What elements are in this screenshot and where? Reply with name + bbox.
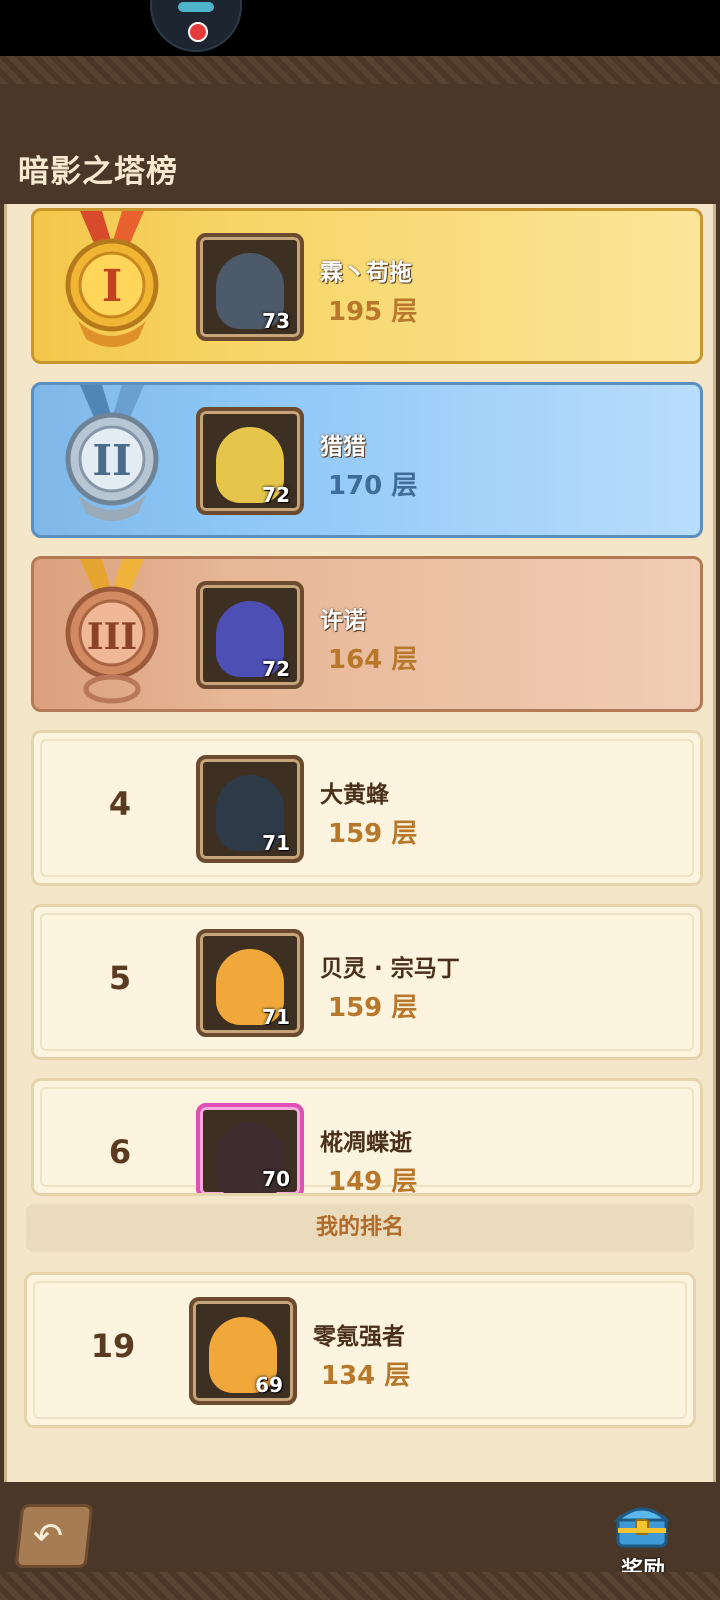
svg-text:III: III [87, 616, 138, 658]
player-name: 猎猎 [320, 434, 366, 460]
rank-number: 5 [108, 959, 132, 997]
player-name: 霖丶苟拖 [320, 260, 412, 286]
player-portrait: 73 [196, 233, 304, 341]
rank-number: 4 [108, 785, 132, 823]
player-level: 73 [262, 309, 290, 333]
player-floors: 195 层 [328, 297, 418, 327]
profile-avatar[interactable] [150, 0, 242, 52]
player-portrait: 71 [196, 929, 304, 1037]
player-portrait: 72 [196, 407, 304, 515]
player-floors: 134 层 [321, 1361, 411, 1391]
page-title: 暗影之塔榜 [18, 154, 178, 190]
rank-number: 19 [90, 1327, 136, 1365]
player-portrait: 69 [189, 1297, 297, 1405]
leaderboard-row-2[interactable]: II 72 猎猎 170 层 [31, 382, 703, 538]
player-floors: 164 层 [328, 645, 418, 675]
bronze-medal-icon: III [65, 559, 159, 704]
pet-icon [178, 2, 214, 12]
my-rank-row[interactable]: 19 69 零氪强者 134 层 [24, 1272, 696, 1428]
leaderboard-row-3[interactable]: III 72 许诺 164 层 [31, 556, 703, 712]
leaderboard-row-5[interactable]: 5 71 贝灵 · 宗马丁 159 层 [31, 904, 703, 1060]
player-level: 72 [262, 483, 290, 507]
back-button[interactable]: ↶ [14, 1504, 94, 1568]
player-portrait: 70 [196, 1103, 304, 1193]
gold-medal-icon: I [65, 211, 159, 347]
player-name: 椛凋蝶逝 [320, 1130, 412, 1156]
player-level: 70 [262, 1167, 290, 1191]
player-floors: 159 层 [328, 993, 418, 1023]
player-name: 零氪强者 [313, 1324, 405, 1350]
player-floors: 159 层 [328, 819, 418, 849]
player-name: 大黄蜂 [320, 782, 389, 808]
player-floors: 149 层 [328, 1167, 418, 1196]
rank-number: 6 [108, 1133, 132, 1171]
player-portrait: 72 [196, 581, 304, 689]
silver-medal-icon: II [65, 385, 159, 521]
bottom-border-pattern [0, 1572, 720, 1600]
treasure-chest-icon[interactable] [612, 1498, 672, 1550]
leaderboard-row-6[interactable]: 6 70 椛凋蝶逝 149 层 [31, 1078, 703, 1196]
leaderboard-row-4[interactable]: 4 71 大黄蜂 159 层 [31, 730, 703, 886]
player-level: 69 [255, 1373, 283, 1397]
my-rank-label: 我的排名 [26, 1204, 694, 1252]
player-floors: 170 层 [328, 471, 418, 501]
player-name: 许诺 [320, 608, 366, 634]
player-portrait: 71 [196, 755, 304, 863]
back-arrow-icon: ↶ [32, 1516, 64, 1557]
player-level: 72 [262, 657, 290, 681]
top-border-pattern [0, 56, 720, 84]
player-level: 71 [262, 831, 290, 855]
status-area [0, 0, 720, 56]
player-name: 贝灵 · 宗马丁 [320, 956, 460, 982]
svg-text:I: I [102, 261, 123, 312]
notification-dot-icon [188, 22, 208, 42]
leaderboard-row-1[interactable]: I 73 霖丶苟拖 195 层 [31, 208, 703, 364]
player-level: 71 [262, 1005, 290, 1029]
svg-text:II: II [92, 436, 131, 485]
